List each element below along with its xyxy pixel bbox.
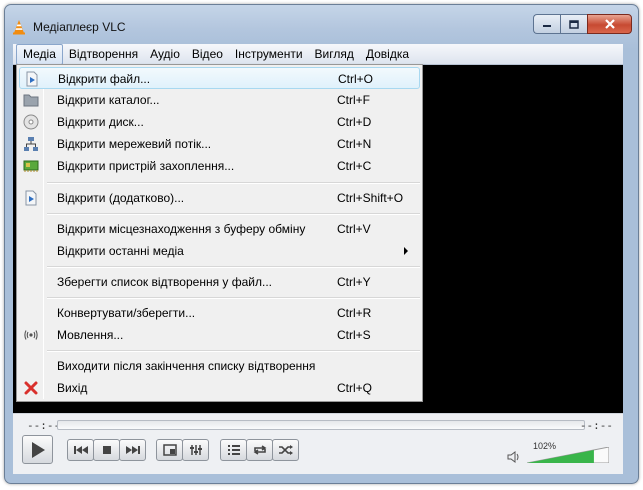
extended-settings-button[interactable]	[182, 439, 209, 461]
time-remaining[interactable]: --:--	[580, 419, 613, 432]
menu-item-label: Відкрити каталог...	[57, 93, 160, 107]
loop-button[interactable]	[246, 439, 273, 461]
menu-separator	[47, 297, 420, 299]
shuffle-icon	[278, 445, 293, 455]
menu-item-shortcut: Ctrl+C	[337, 159, 372, 173]
menu-item-shortcut: Ctrl+R	[337, 306, 372, 320]
menu-bar: Медіа Відтворення Аудіо Відео Інструмент…	[13, 44, 623, 65]
menu-item-open-capture[interactable]: Відкрити пристрій захоплення... Ctrl+C	[19, 155, 420, 177]
menu-item-quit-at-end[interactable]: Виходити після закінчення списку відтвор…	[19, 355, 420, 377]
play-button[interactable]	[22, 435, 53, 464]
menu-item-quit[interactable]: Вихід Ctrl+Q	[19, 377, 420, 399]
menu-item-label: Зберегти список відтворення у файл...	[57, 275, 272, 289]
menu-item-save-playlist[interactable]: Зберегти список відтворення у файл... Ct…	[19, 271, 420, 293]
previous-icon	[73, 446, 88, 454]
menu-item-shortcut: Ctrl+Q	[337, 381, 373, 395]
menu-item-open-network[interactable]: Відкрити мережевий потік... Ctrl+N	[19, 133, 420, 155]
disc-icon	[23, 114, 39, 130]
volume-slider[interactable]	[527, 447, 609, 463]
menu-item-open-folder[interactable]: Відкрити каталог... Ctrl+F	[19, 89, 420, 111]
folder-icon	[23, 92, 39, 108]
menu-item-label: Конвертувати/зберегти...	[57, 306, 196, 320]
menu-item-label: Відкрити диск...	[57, 115, 144, 129]
maximize-icon	[569, 19, 579, 29]
submenu-arrow-icon	[404, 247, 408, 255]
menu-item-shortcut: Ctrl+D	[337, 115, 372, 129]
speaker-icon[interactable]	[507, 451, 521, 463]
capture-card-icon	[23, 158, 39, 174]
menu-separator	[47, 266, 420, 268]
menu-item-open-file[interactable]: Відкрити файл... Ctrl+O	[19, 67, 420, 89]
menu-playback[interactable]: Відтворення	[63, 44, 144, 65]
fullscreen-icon	[162, 444, 177, 456]
play-icon	[31, 441, 45, 458]
network-icon	[23, 136, 39, 152]
minimize-button[interactable]	[533, 14, 560, 34]
menu-item-shortcut: Ctrl+F	[337, 93, 370, 107]
menu-video[interactable]: Відео	[186, 44, 229, 65]
menu-item-shortcut: Ctrl+O	[338, 72, 374, 86]
menu-item-open-clipboard[interactable]: Відкрити місцезнаходження з буферу обмін…	[19, 218, 420, 240]
menu-item-open-advanced[interactable]: Відкрити (додатково)... Ctrl+Shift+O	[19, 187, 420, 209]
menu-item-label: Мовлення...	[57, 328, 124, 342]
stop-button[interactable]	[93, 439, 120, 461]
equalizer-icon	[189, 445, 202, 455]
time-elapsed: --:--	[27, 419, 61, 432]
playlist-icon	[227, 445, 240, 455]
menu-item-label: Відкрити пристрій захоплення...	[57, 159, 235, 173]
media-menu-dropdown: Відкрити файл... Ctrl+O Відкрити каталог…	[16, 64, 423, 402]
menu-item-label: Відкрити мережевий потік...	[57, 137, 212, 151]
close-icon	[604, 19, 615, 29]
title-bar[interactable]: Медіаплеєр VLC	[5, 5, 638, 45]
menu-item-convert-save[interactable]: Конвертувати/зберегти... Ctrl+R	[19, 302, 420, 324]
file-icon	[24, 71, 40, 87]
menu-media[interactable]: Медіа	[16, 44, 63, 65]
controls-panel: --:-- --:-- 102%	[13, 413, 623, 474]
close-button[interactable]	[587, 14, 632, 34]
menu-help[interactable]: Довідка	[360, 44, 415, 65]
menu-item-stream[interactable]: Мовлення... Ctrl+S	[19, 324, 420, 346]
file-icon	[23, 190, 39, 206]
window-title: Медіаплеєр VLC	[33, 20, 126, 34]
menu-item-label: Відкрити файл...	[58, 72, 151, 86]
menu-item-label: Відкрити (додатково)...	[57, 191, 185, 205]
previous-button[interactable]	[67, 439, 94, 461]
menu-separator	[47, 213, 420, 215]
seek-slider[interactable]	[57, 420, 585, 430]
stop-icon	[102, 446, 111, 454]
menu-audio[interactable]: Аудіо	[144, 44, 186, 65]
next-button[interactable]	[119, 439, 146, 461]
menu-item-shortcut: Ctrl+Y	[337, 275, 371, 289]
menu-item-shortcut: Ctrl+V	[337, 222, 371, 236]
menu-item-shortcut: Ctrl+Shift+O	[337, 191, 404, 205]
menu-tools[interactable]: Інструменти	[229, 44, 309, 65]
broadcast-icon	[23, 327, 39, 343]
menu-item-label: Відкрити останні медіа	[57, 244, 184, 258]
menu-separator	[47, 350, 420, 352]
minimize-icon	[543, 25, 551, 27]
exit-x-icon	[23, 380, 39, 396]
next-icon	[125, 446, 140, 454]
menu-item-shortcut: Ctrl+S	[337, 328, 371, 342]
fullscreen-button[interactable]	[156, 439, 183, 461]
playlist-button[interactable]	[220, 439, 247, 461]
menu-item-open-disc[interactable]: Відкрити диск... Ctrl+D	[19, 111, 420, 133]
menu-item-label: Вихід	[57, 381, 88, 395]
menu-item-shortcut: Ctrl+N	[337, 137, 372, 151]
vlc-cone-icon	[13, 20, 25, 35]
menu-view[interactable]: Вигляд	[309, 44, 360, 65]
menu-item-label: Відкрити місцезнаходження з буферу обмін…	[57, 222, 306, 236]
menu-separator	[47, 182, 420, 184]
shuffle-button[interactable]	[272, 439, 299, 461]
maximize-button[interactable]	[560, 14, 587, 34]
menu-item-recent-media[interactable]: Відкрити останні медіа	[19, 240, 420, 262]
menu-item-label: Виходити після закінчення списку відтвор…	[57, 359, 316, 373]
loop-icon	[253, 445, 266, 455]
